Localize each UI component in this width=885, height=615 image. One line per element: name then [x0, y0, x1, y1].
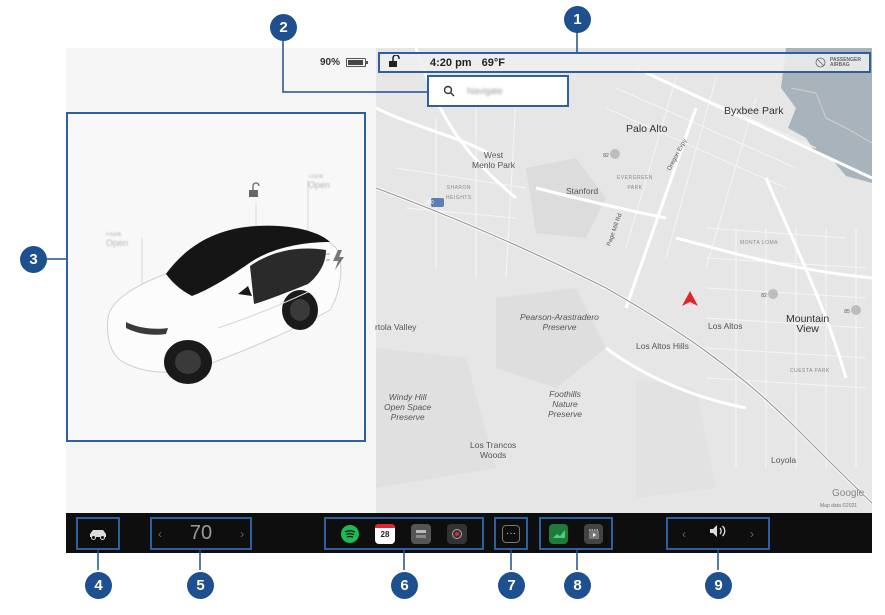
- callout-9: 9: [705, 572, 732, 599]
- callout-7: 7: [498, 572, 525, 599]
- callout-6: 6: [391, 572, 418, 599]
- callout-leader-lines: [47, 32, 719, 570]
- callout-5: 5: [187, 572, 214, 599]
- callout-4: 4: [85, 572, 112, 599]
- callout-2: 2: [270, 14, 297, 41]
- callout-3: 3: [20, 246, 47, 273]
- callout-8: 8: [564, 572, 591, 599]
- callout-1: 1: [564, 6, 591, 33]
